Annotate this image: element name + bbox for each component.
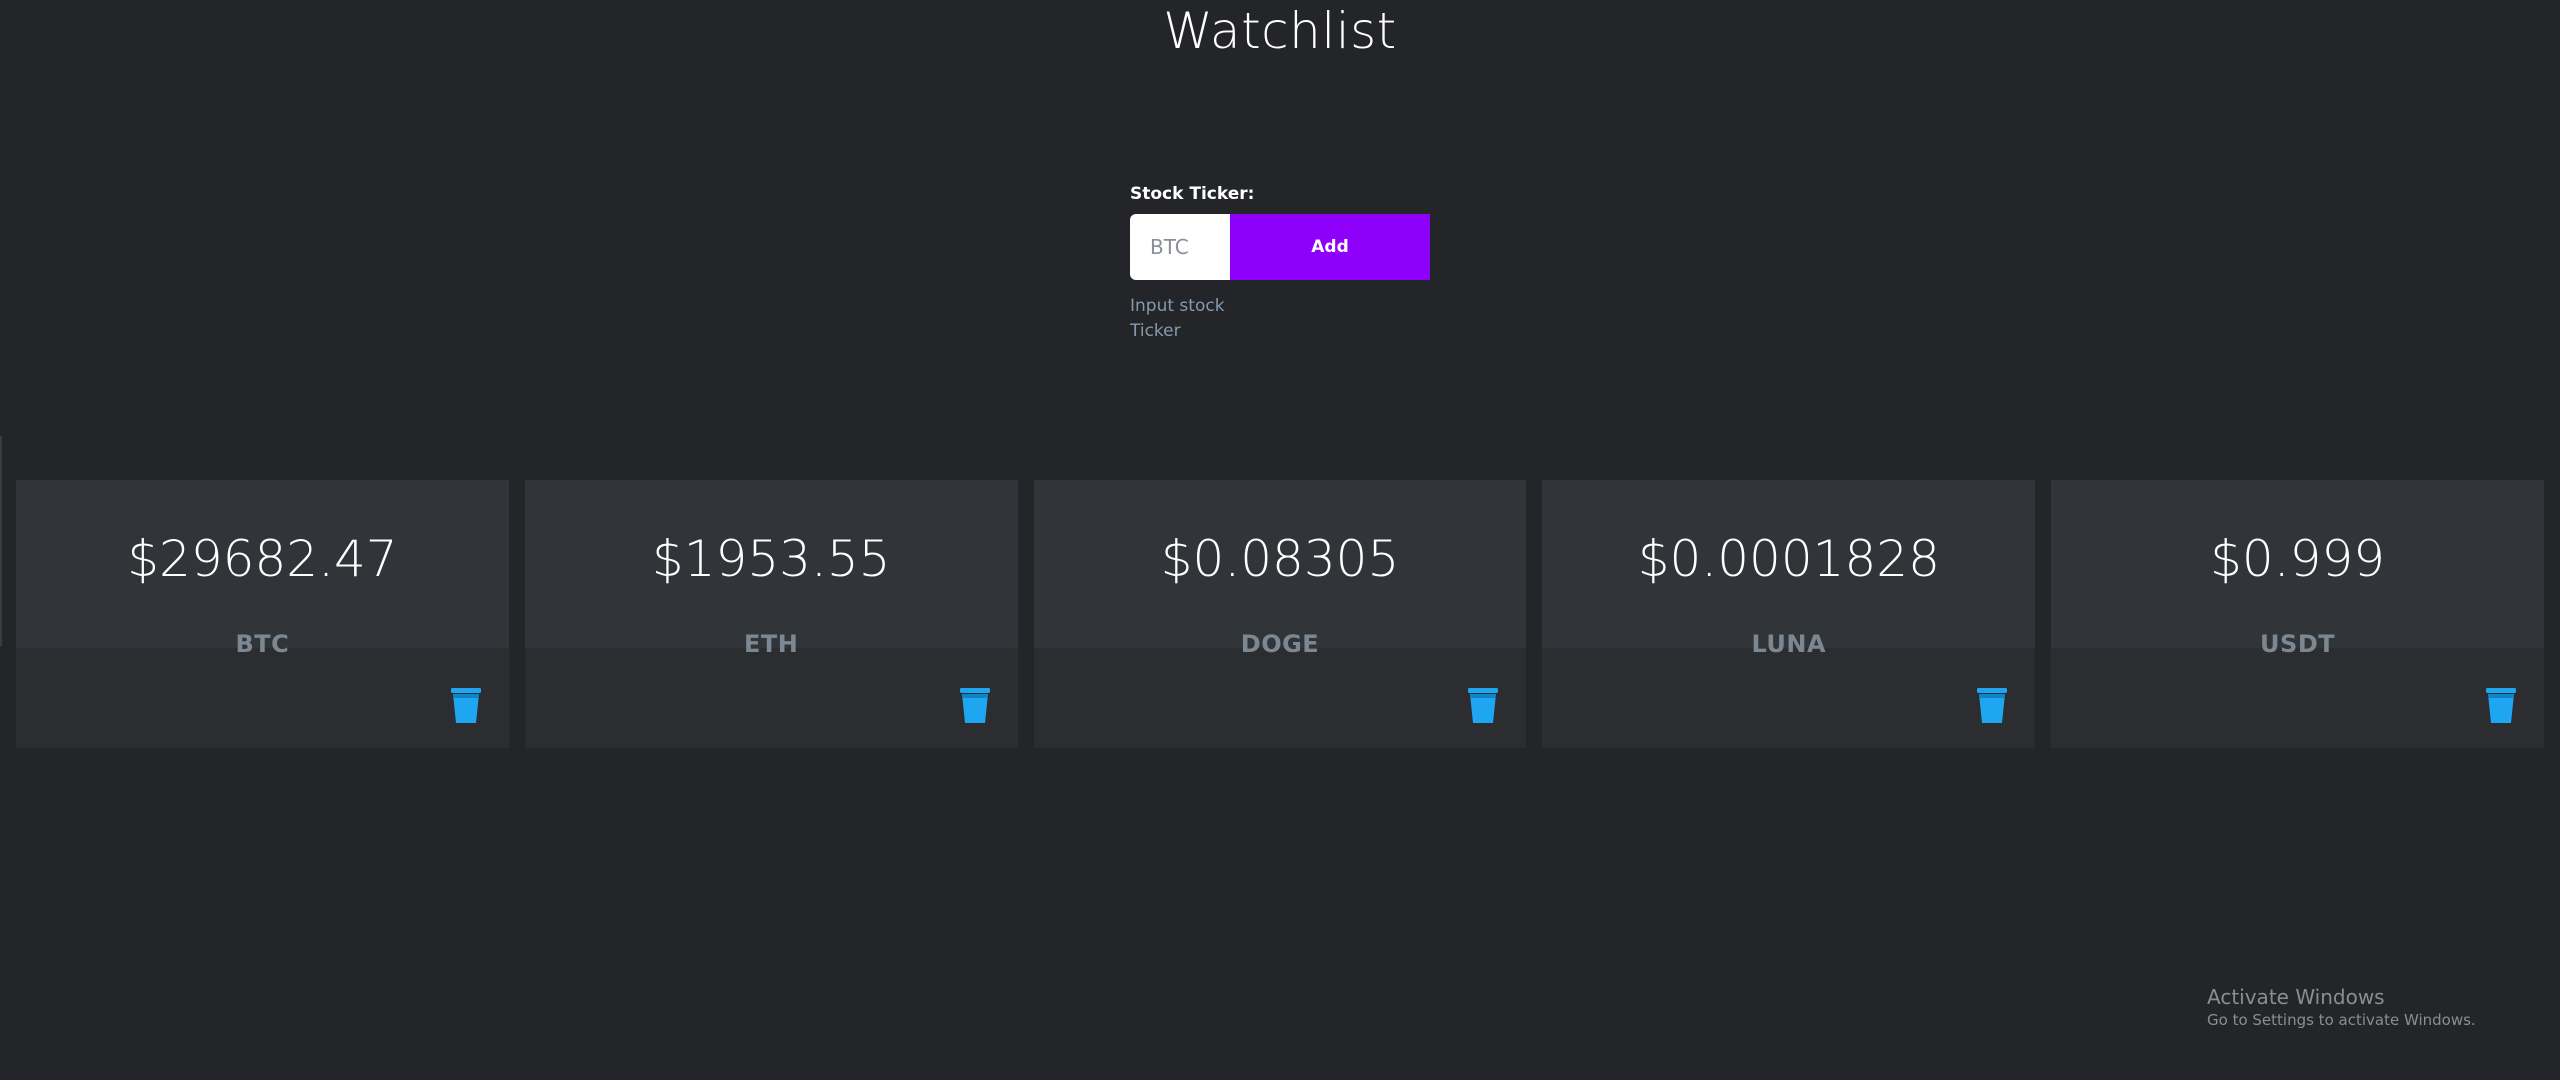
ticker-input-row: Add — [1130, 214, 1440, 280]
ticker-card: $0.0001828 LUNA — [1542, 480, 2036, 748]
trash-icon[interactable] — [1466, 685, 1500, 725]
card-symbol: BTC — [235, 630, 290, 658]
add-button[interactable]: Add — [1230, 214, 1430, 280]
ticker-card: $1953.55 ETH — [524, 480, 1018, 748]
card-symbol: LUNA — [1751, 630, 1827, 658]
card-price: $1953.55 — [651, 530, 891, 588]
card-price: $0.08305 — [1160, 530, 1400, 588]
ticker-input[interactable] — [1130, 214, 1230, 280]
card-symbol: USDT — [2260, 630, 2336, 658]
card-symbol: DOGE — [1240, 630, 1320, 658]
ticker-card: $0.999 USDT — [2051, 480, 2544, 748]
trash-icon[interactable] — [1975, 685, 2009, 725]
page-title: Watchlist — [1163, 2, 1397, 60]
activate-windows-watermark: Activate Windows Go to Settings to activ… — [2207, 984, 2476, 1030]
watchlist-cards: $29682.47 BTC $1953.55 ETH $0.08305 DOGE… — [16, 480, 2544, 748]
trash-icon[interactable] — [958, 685, 992, 725]
card-price: $0.999 — [2210, 530, 2386, 588]
watermark-subtitle: Go to Settings to activate Windows. — [2207, 1011, 2476, 1029]
ticker-help-text: Input stock Ticker — [1130, 296, 1225, 341]
card-symbol: ETH — [744, 630, 799, 658]
ticker-label: Stock Ticker: — [1130, 184, 1255, 204]
card-price: $0.0001828 — [1637, 530, 1940, 588]
ticker-card: $0.08305 DOGE — [1033, 480, 1527, 748]
ticker-card: $29682.47 BTC — [16, 480, 509, 748]
trash-icon[interactable] — [449, 685, 483, 725]
trash-icon[interactable] — [2484, 685, 2518, 725]
card-price: $29682.47 — [127, 530, 398, 588]
watermark-title: Activate Windows — [2207, 985, 2385, 1009]
add-ticker-form: Stock Ticker: Add Input stock Ticker — [1130, 184, 1440, 344]
watchlist-page: Watchlist Stock Ticker: Add Input stock … — [0, 0, 2560, 1080]
left-edge-divider — [0, 436, 2, 646]
